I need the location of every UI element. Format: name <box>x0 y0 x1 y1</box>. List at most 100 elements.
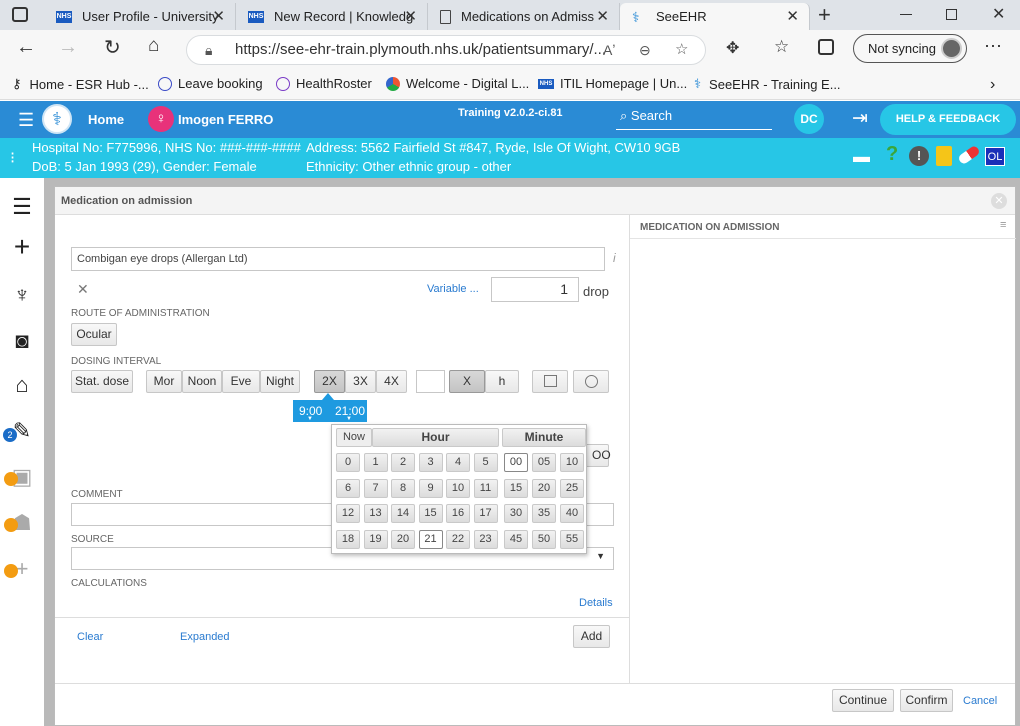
camera-icon[interactable]: ◙ <box>8 328 36 354</box>
minute-cell-30[interactable]: 30 <box>504 504 528 523</box>
time-mor-button[interactable]: Mor <box>146 370 182 393</box>
time-eve-button[interactable]: Eve <box>222 370 260 393</box>
hour-cell-14[interactable]: 14 <box>391 504 415 523</box>
favorites-icon[interactable]: ☆ <box>774 37 789 57</box>
hour-cell-11[interactable]: 11 <box>473 478 498 498</box>
info-icon[interactable]: i <box>613 251 616 265</box>
bookmark-digital[interactable]: Welcome - Digital L... <box>386 76 529 91</box>
hour-cell-16[interactable]: 16 <box>446 504 470 523</box>
extensions-icon[interactable]: ✥ <box>726 38 739 58</box>
collections-icon[interactable] <box>818 39 834 55</box>
hour-cell-8[interactable]: 8 <box>391 478 415 498</box>
browser-tab-medications[interactable]: Medications on Admiss ✕ <box>428 3 620 30</box>
hour-cell-12[interactable]: 12 <box>336 504 360 523</box>
hour-cell-19[interactable]: 19 <box>363 529 388 549</box>
bookmark-itil[interactable]: NHS ITIL Homepage | Un... <box>538 76 687 91</box>
hour-cell-21[interactable]: 21 <box>418 529 443 549</box>
refresh-icon[interactable]: ↻ <box>104 35 121 60</box>
bookmark-healthroster[interactable]: HealthRoster <box>276 76 372 91</box>
question-icon[interactable]: ? <box>886 143 898 166</box>
expanded-link[interactable]: Expanded <box>180 631 230 643</box>
minute-cell-50[interactable]: 50 <box>532 529 556 549</box>
profile-button[interactable]: Not syncing <box>853 34 967 63</box>
banner-menu-icon[interactable]: ⁝ <box>10 148 15 168</box>
chevron-right-icon[interactable]: › <box>990 76 995 94</box>
freq-4x-button[interactable]: 4X <box>376 370 407 393</box>
hour-cell-13[interactable]: 13 <box>363 504 388 523</box>
route-ocular-button[interactable]: Ocular <box>71 323 117 346</box>
read-aloud-icon[interactable]: Aʼ <box>603 36 615 64</box>
hour-cell-20[interactable]: 20 <box>391 529 415 549</box>
alert-icon[interactable]: ! <box>909 146 929 166</box>
bookmark-leave[interactable]: Leave booking <box>158 76 263 91</box>
minute-cell-00[interactable]: 00 <box>504 453 528 472</box>
hour-cell-18[interactable]: 18 <box>336 529 360 549</box>
hour-cell-4[interactable]: 4 <box>446 453 470 472</box>
user-avatar[interactable]: DC <box>794 104 824 134</box>
forward-icon[interactable]: → <box>58 36 78 59</box>
hour-cell-15[interactable]: 15 <box>418 504 443 523</box>
minute-cell-10[interactable]: 10 <box>560 453 584 472</box>
dialog-close-icon[interactable]: ✕ <box>991 193 1007 209</box>
close-icon[interactable]: ✕ <box>786 7 799 25</box>
dose-input[interactable]: 1 <box>491 277 579 302</box>
hour-cell-9[interactable]: 9 <box>418 478 443 498</box>
close-icon[interactable]: ✕ <box>404 7 417 25</box>
hour-cell-10[interactable]: 10 <box>446 478 470 498</box>
help-feedback-button[interactable]: HELP & FEEDBACK <box>880 104 1016 135</box>
hour-cell-3[interactable]: 3 <box>418 453 443 472</box>
url-input[interactable]: 🔒︎ https://see-ehr-train.plymouth.nhs.uk… <box>186 35 706 65</box>
add-button[interactable]: Add <box>573 625 610 648</box>
tab-actions-icon[interactable] <box>12 7 28 22</box>
hour-cell-5[interactable]: 5 <box>473 453 498 472</box>
time-noon-button[interactable]: Noon <box>182 370 222 393</box>
plus-icon[interactable]: + <box>8 233 36 261</box>
bookmark-esr[interactable]: ⚷ Home - ESR Hub -... <box>12 76 149 92</box>
home-link[interactable]: Home <box>88 112 124 127</box>
zoom-icon[interactable]: ⊖ <box>639 36 651 64</box>
details-link[interactable]: Details <box>579 597 613 609</box>
pill-icon[interactable] <box>957 144 981 166</box>
back-icon[interactable]: ← <box>16 36 36 59</box>
patient-name[interactable]: Imogen FERRO <box>178 112 273 127</box>
continue-button[interactable]: Continue <box>832 689 894 712</box>
hour-cell-22[interactable]: 22 <box>446 529 470 549</box>
window-close-icon[interactable]: ✕ <box>992 4 1005 24</box>
minute-cell-55[interactable]: 55 <box>560 529 584 549</box>
close-icon[interactable]: ✕ <box>596 7 609 25</box>
minute-cell-20[interactable]: 20 <box>532 478 556 498</box>
stethoscope-icon[interactable]: ♆ <box>8 282 36 308</box>
minute-cell-25[interactable]: 25 <box>560 478 584 498</box>
schedule-button[interactable] <box>573 370 609 393</box>
hour-cell-17[interactable]: 17 <box>473 504 498 523</box>
close-icon[interactable]: ✕ <box>212 7 225 25</box>
list-icon[interactable]: ☰ <box>8 194 36 220</box>
time-night-button[interactable]: Night <box>260 370 300 393</box>
calendar-button[interactable] <box>532 370 568 393</box>
ol-badge[interactable]: OL <box>985 147 1005 166</box>
freq-3x-button[interactable]: 3X <box>345 370 376 393</box>
browser-tab-seeehr[interactable]: ⚕ SeeEHR ✕ <box>620 3 810 30</box>
variable-dose-link[interactable]: Variable ... <box>427 283 479 295</box>
confirm-button[interactable]: Confirm <box>900 689 953 712</box>
hour-cell-0[interactable]: 0 <box>336 453 360 472</box>
clear-drug-icon[interactable]: ✕ <box>77 281 89 298</box>
drug-input[interactable]: Combigan eye drops (Allergan Ltd) <box>71 247 605 271</box>
time-now-button[interactable]: Now <box>336 428 372 447</box>
stat-dose-button[interactable]: Stat. dose <box>71 370 133 393</box>
hours-h-button[interactable]: h <box>485 370 519 393</box>
browser-tab-new-record[interactable]: NHS New Record | Knowledg ✕ <box>236 3 428 30</box>
house-icon[interactable]: ⌂ <box>8 372 36 398</box>
cancel-link[interactable]: Cancel <box>963 695 997 707</box>
restore-icon[interactable] <box>946 9 957 20</box>
panel-menu-icon[interactable]: ≡ <box>1000 219 1006 231</box>
home-icon[interactable]: ⌂ <box>148 35 159 57</box>
clear-link[interactable]: Clear <box>77 631 103 643</box>
hour-cell-23[interactable]: 23 <box>473 529 498 549</box>
freq-2x-button[interactable]: 2X <box>314 370 345 393</box>
times-x-button[interactable]: X <box>449 370 485 393</box>
new-tab-icon[interactable]: + <box>818 2 831 28</box>
minute-cell-15[interactable]: 15 <box>504 478 528 498</box>
hour-cell-7[interactable]: 7 <box>363 478 388 498</box>
search-box[interactable]: ⌕ Search <box>616 106 772 130</box>
